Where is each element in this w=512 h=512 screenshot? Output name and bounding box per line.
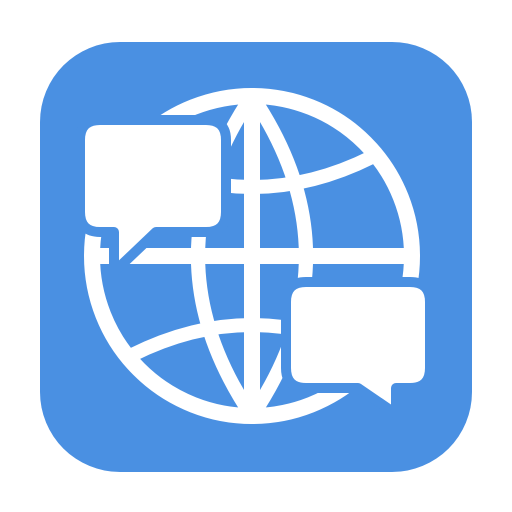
speech-bubble-icon (281, 277, 435, 419)
app-icon-tile[interactable] (40, 42, 472, 472)
globe-chat-icon (75, 88, 435, 424)
